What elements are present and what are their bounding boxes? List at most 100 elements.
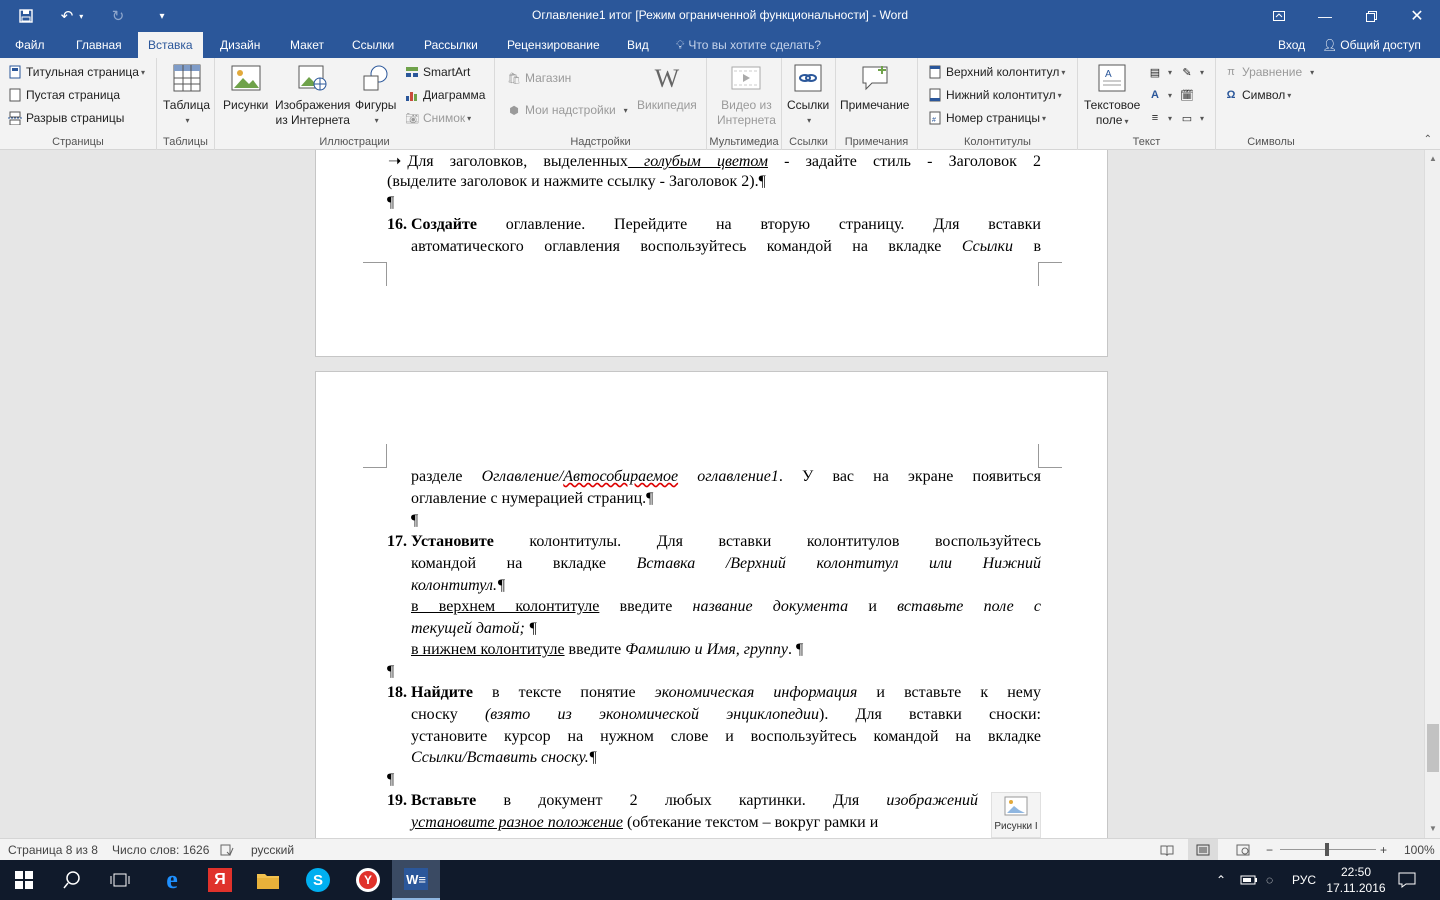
- close-icon[interactable]: ✕: [1394, 0, 1440, 32]
- text-line: в верхнем колонтитуле введите название д…: [411, 598, 1041, 615]
- windows-start-icon[interactable]: [0, 860, 48, 900]
- page-break-button[interactable]: Разрыв страницы: [8, 108, 124, 128]
- scroll-thumb[interactable]: [1427, 724, 1439, 772]
- task-view-icon[interactable]: [96, 860, 144, 900]
- word-count[interactable]: Число слов: 1626: [112, 839, 209, 861]
- web-layout-icon[interactable]: [1236, 839, 1250, 861]
- text-box-button[interactable]: A Текстовое поле ▾: [1084, 62, 1140, 129]
- notifications-icon[interactable]: [1398, 860, 1416, 900]
- customize-quick-access-icon[interactable]: ▾: [146, 0, 178, 32]
- equation-label: Уравнение: [1242, 65, 1303, 79]
- zoom-out-icon[interactable]: −: [1266, 839, 1273, 861]
- group-pages: Титульная страница ▾ Пустая страница Разр…: [0, 58, 157, 150]
- cover-page-button[interactable]: Титульная страница ▾: [8, 62, 145, 82]
- table-button[interactable]: Таблица ▾: [163, 62, 210, 128]
- floating-picture-label: Рисунки I: [994, 821, 1038, 832]
- tab-review[interactable]: Рецензирование: [497, 32, 610, 58]
- tab-view[interactable]: Вид: [617, 32, 659, 58]
- equation-button[interactable]: π Уравнение ▾: [1224, 62, 1314, 82]
- pictures-button[interactable]: Рисунки: [223, 62, 268, 113]
- ribbon-display-options-icon[interactable]: [1256, 0, 1302, 32]
- tab-design[interactable]: Дизайн: [210, 32, 270, 58]
- drop-cap-icon[interactable]: ≡ ▾: [1148, 108, 1172, 128]
- shapes-button[interactable]: Фигуры ▾: [355, 62, 396, 128]
- clock[interactable]: 22:50 17.11.2016: [1326, 860, 1386, 900]
- object-icon[interactable]: ▭ ▾: [1180, 108, 1204, 128]
- tab-insert[interactable]: Вставка: [138, 32, 203, 58]
- page-number-button[interactable]: # Номер страницы ▾: [928, 108, 1046, 128]
- signin-link[interactable]: Вход: [1278, 32, 1305, 58]
- blank-page-button[interactable]: Пустая страница: [8, 85, 120, 105]
- tell-me-box[interactable]: 💡︎ Что вы хотите сделать?: [676, 32, 821, 58]
- header-button[interactable]: Верхний колонтитул ▾: [928, 62, 1065, 82]
- text-box-line2: поле ▾: [1095, 113, 1129, 127]
- symbol-button[interactable]: Ω Символ ▾: [1224, 85, 1292, 105]
- crop-mark: [363, 262, 387, 286]
- tab-file[interactable]: Файл: [5, 32, 55, 58]
- store-button[interactable]: 🛍︎ Магазин: [507, 68, 571, 88]
- save-icon[interactable]: [10, 0, 42, 32]
- word-app-icon[interactable]: W≡: [392, 860, 440, 900]
- chart-button[interactable]: Диаграмма: [405, 85, 485, 105]
- footer-icon: [928, 88, 942, 102]
- wikipedia-button[interactable]: W Википедия: [637, 62, 697, 113]
- network-icon[interactable]: ◌: [1266, 860, 1273, 900]
- online-video-button[interactable]: Видео из Интернета: [717, 62, 776, 128]
- proofing-icon[interactable]: [220, 839, 234, 861]
- tab-mailings[interactable]: Рассылки: [414, 32, 488, 58]
- keyboard-language[interactable]: РУС: [1292, 860, 1316, 900]
- signature-line-icon[interactable]: ✎ ▾: [1180, 62, 1204, 82]
- date-time-icon[interactable]: 🗓︎: [1180, 85, 1198, 105]
- text-line: ➝ Для заголовков, выделенных голубым цвет…: [388, 153, 1041, 170]
- smartart-button[interactable]: SmartArt: [405, 62, 470, 82]
- list-number: 17.: [387, 533, 407, 550]
- floating-picture[interactable]: Рисунки I: [991, 792, 1041, 838]
- show-hidden-icons[interactable]: ⌃: [1216, 860, 1226, 900]
- print-layout-icon[interactable]: [1188, 839, 1218, 861]
- svg-text:#: #: [932, 117, 936, 124]
- skype-icon[interactable]: S: [294, 860, 342, 900]
- zoom-slider-thumb[interactable]: [1325, 843, 1329, 856]
- vertical-scrollbar[interactable]: ▲ ▼: [1424, 150, 1440, 838]
- collapse-ribbon-icon[interactable]: ⌃: [1424, 134, 1432, 145]
- my-addins-label: Мои надстройки: [525, 103, 616, 117]
- links-button[interactable]: Ссылки ▾: [787, 62, 829, 128]
- online-pictures-line2: из Интернета: [275, 113, 350, 127]
- my-addins-button[interactable]: ⬢ Мои надстройки ▾: [507, 100, 627, 120]
- document-area[interactable]: ➝ Для заголовков, выделенных голубым цвет…: [0, 150, 1424, 838]
- comment-label: Примечание: [840, 98, 910, 112]
- group-symbols: π Уравнение ▾ Ω Символ ▾ Символы: [1216, 58, 1326, 150]
- text-line: Вставьте в документ 2 любых картинки. Дл…: [411, 792, 978, 809]
- screenshot-button[interactable]: 📷︎ Снимок ▾: [405, 108, 471, 128]
- footer-button[interactable]: Нижний колонтитул ▾: [928, 85, 1062, 105]
- read-mode-icon[interactable]: [1160, 839, 1174, 861]
- yandex-icon[interactable]: Я: [196, 860, 244, 900]
- undo-icon[interactable]: ↶ ▾: [56, 0, 88, 32]
- online-pictures-button[interactable]: Изображения из Интернета: [275, 62, 350, 128]
- redo-icon[interactable]: ↻: [102, 0, 134, 32]
- share-button[interactable]: 👤︎ Общий доступ: [1322, 32, 1421, 58]
- tab-references[interactable]: Ссылки: [342, 32, 404, 58]
- edge-browser-icon[interactable]: e: [148, 860, 196, 900]
- tab-layout[interactable]: Макет: [280, 32, 334, 58]
- zoom-level[interactable]: 100%: [1404, 839, 1435, 861]
- wordart-icon[interactable]: A ▾: [1148, 85, 1172, 105]
- scroll-up-icon[interactable]: ▲: [1425, 152, 1440, 166]
- battery-icon[interactable]: [1240, 860, 1258, 900]
- shapes-label: Фигуры: [355, 98, 397, 112]
- search-icon[interactable]: [48, 860, 96, 900]
- restore-icon[interactable]: [1348, 0, 1394, 32]
- page-count[interactable]: Страница 8 из 8: [8, 839, 98, 861]
- scroll-down-icon[interactable]: ▼: [1425, 822, 1440, 836]
- comment-button[interactable]: Примечание: [840, 62, 909, 113]
- comment-icon: [859, 62, 891, 94]
- quick-parts-icon[interactable]: ▤ ▾: [1148, 62, 1172, 82]
- yandex-browser-icon[interactable]: Y: [344, 860, 392, 900]
- screenshot-label: Снимок: [423, 111, 466, 125]
- tab-home[interactable]: Главная: [66, 32, 132, 58]
- file-explorer-icon[interactable]: [244, 860, 292, 900]
- language-indicator[interactable]: русский: [251, 839, 294, 861]
- page-break-label: Разрыв страницы: [26, 111, 125, 125]
- zoom-in-icon[interactable]: +: [1380, 839, 1387, 861]
- minimize-icon[interactable]: —: [1302, 0, 1348, 32]
